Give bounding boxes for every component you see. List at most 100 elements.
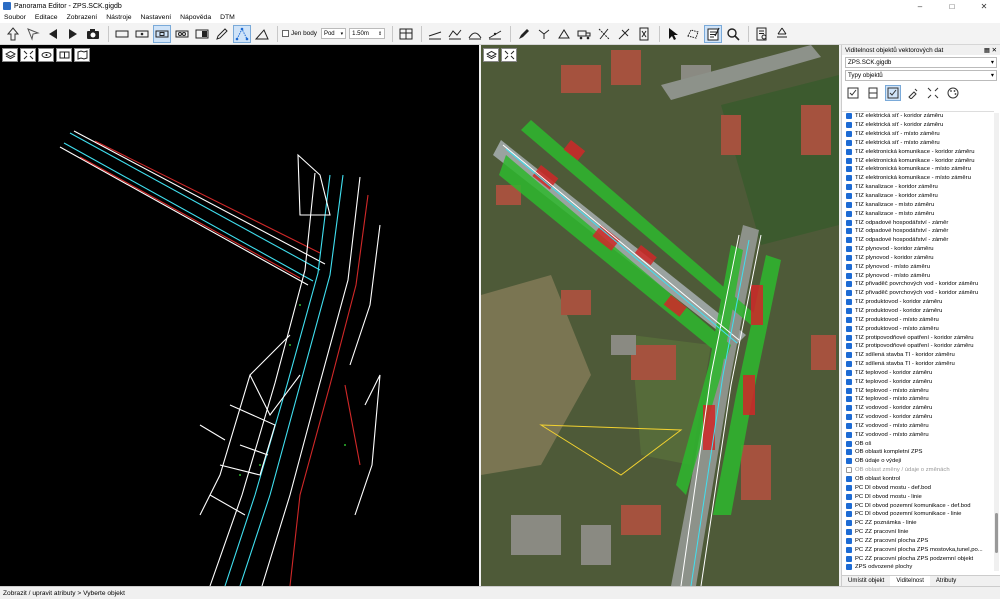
- layer-list-item[interactable]: TIZ plynovod - místo záměru: [842, 262, 994, 271]
- layer-checkbox[interactable]: [846, 307, 852, 314]
- zoom-extent-icon[interactable]: [20, 48, 36, 62]
- layer-list-item[interactable]: PC DI obvod mostu - def.bod: [842, 483, 994, 492]
- layer-list-item[interactable]: TIZ odpadové hospodářství - záměr: [842, 218, 994, 227]
- layer-checkbox[interactable]: [846, 131, 852, 138]
- layer-checkbox[interactable]: [846, 493, 852, 500]
- area-select-icon[interactable]: [153, 24, 171, 43]
- layer-list-item[interactable]: TIZ elektrická síť - místo záměru: [842, 130, 994, 139]
- layer-checkbox[interactable]: [846, 184, 852, 191]
- layer-list-item[interactable]: OB oblast kontrol: [842, 475, 994, 484]
- layer-checkbox[interactable]: [846, 361, 852, 368]
- layer-checkbox[interactable]: [846, 201, 852, 208]
- layer-checkbox[interactable]: [846, 405, 852, 412]
- layer-list-item[interactable]: TIZ kanalizace - koridor záměru: [842, 183, 994, 192]
- menu-soubor[interactable]: Soubor: [4, 14, 26, 21]
- layer-list-item[interactable]: TIZ odpadové hospodářství - záměr: [842, 236, 994, 245]
- layer-checkbox[interactable]: [846, 290, 852, 297]
- layer-checkbox[interactable]: [846, 431, 852, 438]
- layer-checkbox[interactable]: [846, 546, 852, 553]
- menu-zobrazeni[interactable]: Zobrazení: [67, 14, 98, 21]
- layer-checkbox[interactable]: [846, 387, 852, 394]
- scroll-thumb[interactable]: [995, 513, 998, 553]
- search-icon[interactable]: [724, 25, 742, 43]
- layer-list-item[interactable]: TIZ elektronická komunikace - místo zámě…: [842, 165, 994, 174]
- layer-list-item[interactable]: PC DI obvod mostu - linie: [842, 492, 994, 501]
- layer-list-item[interactable]: TIZ elektrická síť - koridor záměru: [842, 112, 994, 121]
- layer-checkbox[interactable]: [846, 325, 852, 332]
- layer-list-item[interactable]: TIZ plynovod - místo záměru: [842, 271, 994, 280]
- layer-list-item[interactable]: TIZ teplovod - koridor záměru: [842, 368, 994, 377]
- menu-nastroje[interactable]: Nástroje: [106, 14, 131, 21]
- menu-napoveda[interactable]: Nápověda: [180, 14, 211, 21]
- layer-checkbox[interactable]: [846, 113, 852, 120]
- layer-checkbox[interactable]: [846, 352, 852, 359]
- layer-list-item[interactable]: TIZ teplovod - místo záměru: [842, 386, 994, 395]
- layer-checkbox[interactable]: [846, 414, 852, 421]
- layer-list-item[interactable]: TIZ elektrická síť - místo záměru: [842, 139, 994, 148]
- layer-list-item[interactable]: TIZ elektronická komunikace - koridor zá…: [842, 147, 994, 156]
- tab-viditelnost[interactable]: Viditelnost: [890, 576, 930, 586]
- point-select-icon[interactable]: [133, 25, 151, 43]
- layer-list-item[interactable]: OB oblast změny / údaje o změnách: [842, 466, 994, 475]
- layer-checkbox[interactable]: [846, 122, 852, 129]
- layer-checkbox[interactable]: [846, 564, 852, 571]
- layer-list-item[interactable]: TIZ protipovodňové opatření - koridor zá…: [842, 342, 994, 351]
- layer-checkbox[interactable]: [846, 476, 852, 483]
- offset-tool-icon[interactable]: [486, 25, 504, 43]
- layer-list-item[interactable]: TIZ produktovod - koridor záměru: [842, 307, 994, 316]
- toggle-selection-icon[interactable]: [885, 85, 901, 101]
- layer-checkbox[interactable]: [846, 246, 852, 253]
- zoom-extent-icon[interactable]: [501, 48, 517, 62]
- map-icon[interactable]: [74, 48, 90, 62]
- layer-checkbox[interactable]: [846, 193, 852, 200]
- layer-list-item[interactable]: OB oš: [842, 439, 994, 448]
- layer-list-item[interactable]: TIZ sdílená stavba TI - koridor záměru: [842, 351, 994, 360]
- cut-edge-icon[interactable]: [615, 25, 633, 43]
- type-filter-select[interactable]: Typy objektů ▾: [845, 70, 997, 81]
- layer-list-item[interactable]: TIZ teplovod - místo záměru: [842, 395, 994, 404]
- layer-list-item[interactable]: TIZ přivaděč povrchových vod - koridor z…: [842, 280, 994, 289]
- layer-checkbox[interactable]: [846, 219, 852, 226]
- layer-checkbox[interactable]: [846, 139, 852, 146]
- sync-views-icon[interactable]: [56, 48, 72, 62]
- arc-tool-icon[interactable]: [466, 25, 484, 43]
- document-edit-icon[interactable]: [753, 25, 771, 43]
- layer-list-item[interactable]: TIZ plynovod - koridor záměru: [842, 254, 994, 263]
- expand-icon[interactable]: [925, 85, 941, 101]
- layer-list-item[interactable]: TIZ kanalizace - místo záměru: [842, 209, 994, 218]
- layer-checkbox[interactable]: [846, 369, 852, 376]
- rectangle-select-icon[interactable]: [113, 25, 131, 43]
- triangle-measure-icon[interactable]: [253, 25, 271, 43]
- layer-list-item[interactable]: PC DI obvod pozemní komunikace - linie: [842, 510, 994, 519]
- layer-checkbox[interactable]: [846, 378, 852, 385]
- jen-body-checkbox[interactable]: [282, 30, 289, 37]
- layer-checkbox[interactable]: [846, 281, 852, 288]
- uncheck-all-icon[interactable]: [865, 85, 881, 101]
- layer-list-item[interactable]: ZPS odvozené plochy: [842, 563, 994, 572]
- delete-document-icon[interactable]: [635, 25, 653, 43]
- layer-list-item[interactable]: OB údaje o výdeji: [842, 457, 994, 466]
- layer-checkbox[interactable]: [846, 520, 852, 527]
- tab-umistit-objekt[interactable]: Umístit objekt: [842, 576, 890, 586]
- snap-points-icon[interactable]: [233, 24, 251, 43]
- layer-list-item[interactable]: TIZ sdílená stavba TI - koridor záměru: [842, 360, 994, 369]
- back-icon[interactable]: [44, 25, 62, 43]
- layer-checkbox[interactable]: [846, 210, 852, 217]
- layer-checkbox[interactable]: [846, 396, 852, 403]
- layer-checkbox[interactable]: [846, 254, 852, 261]
- attributes-icon[interactable]: [704, 24, 723, 43]
- layer-checkbox[interactable]: [846, 467, 852, 474]
- layer-list-item[interactable]: PC ZZ pracovní plocha ZPS podzemní objek…: [842, 554, 994, 563]
- close-icon[interactable]: ✕: [968, 0, 1000, 12]
- recycle-icon[interactable]: [773, 25, 791, 43]
- pointer-icon[interactable]: [664, 25, 682, 43]
- orthophoto-map-view[interactable]: [481, 45, 839, 586]
- layer-checkbox[interactable]: [846, 555, 852, 562]
- layer-list-item[interactable]: TIZ elektronická komunikace - místo zámě…: [842, 174, 994, 183]
- eyedropper-icon[interactable]: [905, 85, 921, 101]
- layer-list-scrollbar[interactable]: [994, 113, 999, 571]
- pencil-icon[interactable]: [213, 25, 231, 43]
- layer-list-item[interactable]: TIZ vodovod - koridor záměru: [842, 413, 994, 422]
- layers-icon[interactable]: [483, 48, 499, 62]
- layer-list-item[interactable]: OB oblasti kompletní ZPS: [842, 448, 994, 457]
